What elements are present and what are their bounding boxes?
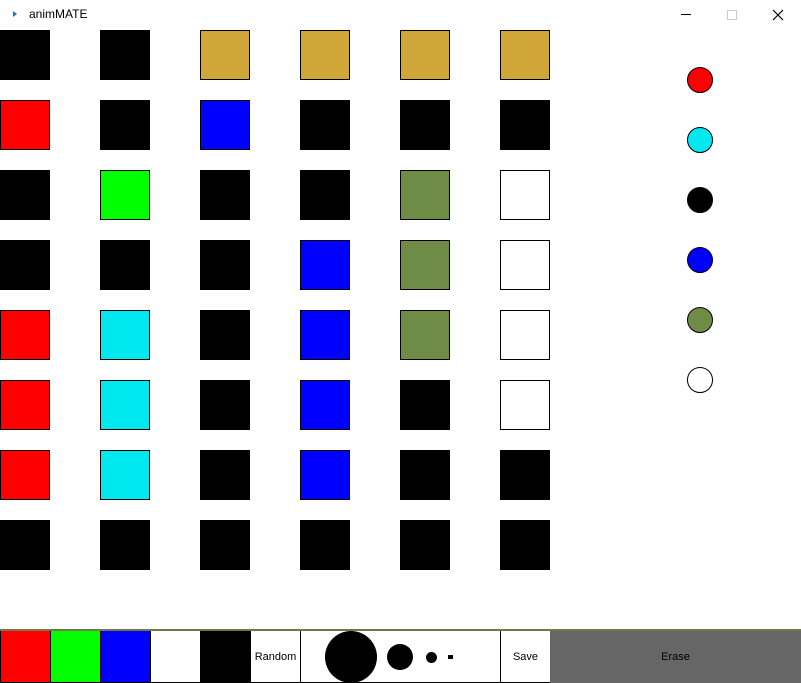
minimize-button[interactable] xyxy=(663,0,709,29)
grid-cell[interactable] xyxy=(0,170,50,220)
palette-color-black[interactable] xyxy=(687,187,713,213)
palette-color-blue[interactable] xyxy=(687,247,713,273)
grid-cell[interactable] xyxy=(500,240,550,290)
grid-cell[interactable] xyxy=(400,450,450,500)
grid-cell[interactable] xyxy=(300,30,350,80)
grid-cell[interactable] xyxy=(200,240,250,290)
grid-cell[interactable] xyxy=(300,520,350,570)
window-title: animMATE xyxy=(29,7,88,21)
app-icon xyxy=(13,11,17,17)
grid-cell[interactable] xyxy=(300,170,350,220)
brush-size-selector xyxy=(300,631,501,683)
close-button[interactable] xyxy=(755,0,801,29)
title-bar: animMATE xyxy=(0,0,801,29)
grid-cell[interactable] xyxy=(0,240,50,290)
bottom-toolbar: Random Save Erase xyxy=(0,629,801,683)
grid-cell[interactable] xyxy=(0,30,50,80)
drawing-canvas xyxy=(0,29,801,681)
grid-cell[interactable] xyxy=(500,380,550,430)
grid-cell[interactable] xyxy=(500,100,550,150)
grid-cell[interactable] xyxy=(100,240,150,290)
grid-cell[interactable] xyxy=(400,310,450,360)
grid-cell[interactable] xyxy=(200,100,250,150)
grid-cell[interactable] xyxy=(200,170,250,220)
grid-cell[interactable] xyxy=(400,240,450,290)
grid-cell[interactable] xyxy=(400,170,450,220)
swatch-white[interactable] xyxy=(150,631,201,683)
grid-cell[interactable] xyxy=(300,310,350,360)
grid-cell[interactable] xyxy=(400,100,450,150)
brush-small[interactable] xyxy=(426,652,437,663)
grid-cell[interactable] xyxy=(500,450,550,500)
grid-cell[interactable] xyxy=(0,450,50,500)
grid-cell[interactable] xyxy=(400,520,450,570)
grid-cell[interactable] xyxy=(0,310,50,360)
grid-cell[interactable] xyxy=(300,450,350,500)
palette-color-olive[interactable] xyxy=(687,307,713,333)
grid-cell[interactable] xyxy=(200,380,250,430)
brush-medium[interactable] xyxy=(387,644,413,670)
palette-color-cyan[interactable] xyxy=(687,127,713,153)
grid-cell[interactable] xyxy=(300,380,350,430)
grid-cell[interactable] xyxy=(200,30,250,80)
grid-cell[interactable] xyxy=(200,450,250,500)
grid-cell[interactable] xyxy=(500,170,550,220)
grid-cell[interactable] xyxy=(100,170,150,220)
grid-cell[interactable] xyxy=(200,520,250,570)
erase-button[interactable]: Erase xyxy=(550,631,801,683)
brush-large[interactable] xyxy=(325,631,377,683)
maximize-button[interactable] xyxy=(709,0,755,29)
grid-cell[interactable] xyxy=(100,450,150,500)
grid-cell[interactable] xyxy=(500,520,550,570)
grid-cell[interactable] xyxy=(100,100,150,150)
grid-cell[interactable] xyxy=(100,30,150,80)
grid-cell[interactable] xyxy=(400,30,450,80)
grid-cell[interactable] xyxy=(0,520,50,570)
grid-cell[interactable] xyxy=(200,310,250,360)
grid-cell[interactable] xyxy=(0,100,50,150)
palette-color-white[interactable] xyxy=(687,367,713,393)
save-button[interactable]: Save xyxy=(500,631,551,683)
grid-cell[interactable] xyxy=(100,310,150,360)
grid-cell[interactable] xyxy=(500,30,550,80)
maximize-icon xyxy=(727,10,737,20)
minimize-icon xyxy=(681,14,691,15)
swatch-blue[interactable] xyxy=(100,631,151,683)
swatch-red[interactable] xyxy=(0,631,51,683)
grid-cell[interactable] xyxy=(0,380,50,430)
grid-cell[interactable] xyxy=(500,310,550,360)
grid-cell[interactable] xyxy=(300,240,350,290)
swatch-green[interactable] xyxy=(50,631,101,683)
close-icon xyxy=(772,9,784,21)
random-button[interactable]: Random xyxy=(250,631,301,683)
grid-cell[interactable] xyxy=(400,380,450,430)
grid-cell[interactable] xyxy=(100,520,150,570)
palette-color-red[interactable] xyxy=(687,67,713,93)
swatch-black[interactable] xyxy=(200,631,251,683)
grid-cell[interactable] xyxy=(300,100,350,150)
grid-cell[interactable] xyxy=(100,380,150,430)
brush-tiny[interactable] xyxy=(448,655,453,659)
